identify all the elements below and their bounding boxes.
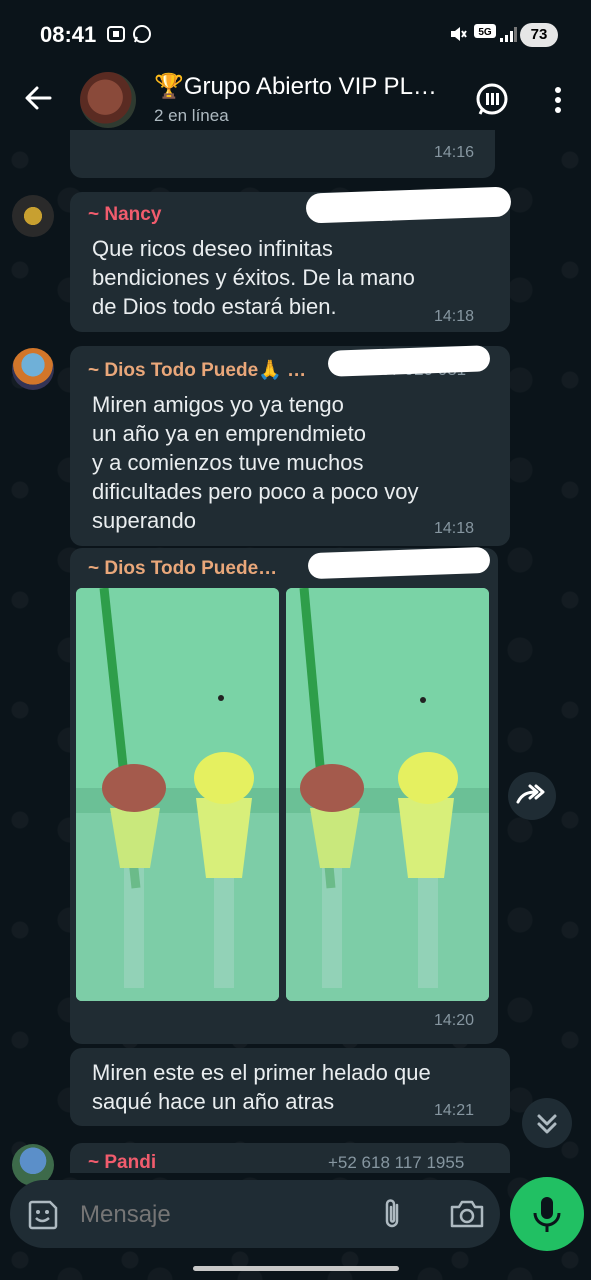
sender-name[interactable]: ~ Nancy <box>88 204 161 226</box>
message-time: 14:21 <box>434 1102 475 1119</box>
forward-button[interactable] <box>508 772 556 820</box>
group-title[interactable]: 🏆Grupo Abierto VIP PL… <box>154 72 437 101</box>
chat-header: 🏆Grupo Abierto VIP PL… 2 en línea <box>0 60 591 140</box>
attach-icon[interactable] <box>376 1196 408 1232</box>
forward-icon <box>516 784 545 804</box>
online-status: 2 en línea <box>154 106 229 125</box>
avatar-dios-todo-puede[interactable] <box>12 348 54 390</box>
message-time: 14:18 <box>434 520 475 537</box>
sender-name[interactable]: ~ Pandi <box>88 1152 156 1174</box>
avatar-nancy[interactable] <box>12 195 54 237</box>
call-icon[interactable] <box>474 82 510 118</box>
message-bubble[interactable]: 14:16 <box>70 130 495 178</box>
whatsapp-icon <box>133 25 151 43</box>
sticker-icon[interactable] <box>26 1198 60 1232</box>
home-indicator <box>193 1266 399 1271</box>
message-bubble[interactable]: ~ Nancy +58 414 Que ricos deseo infinita… <box>70 186 512 332</box>
svg-text:5G: 5G <box>478 27 492 38</box>
ice-cream-photo <box>286 588 489 1001</box>
message-bubble[interactable]: ~ Dios Todo Puede🙏 … +51 997 920 081 Mir… <box>70 345 510 546</box>
5g-icon: 5G <box>474 24 496 38</box>
redaction-mark <box>307 546 491 580</box>
screen-record-icon <box>107 26 125 42</box>
back-arrow-icon[interactable] <box>20 80 56 116</box>
signal-icon <box>500 27 517 42</box>
sender-phone: +52 618 117 1955 <box>328 1153 465 1172</box>
message-bubble[interactable]: ~ Pandi +52 618 117 1955 <box>70 1143 510 1173</box>
mic-icon <box>533 1197 561 1232</box>
scroll-down-button[interactable] <box>522 1098 572 1148</box>
camera-icon[interactable] <box>448 1196 486 1232</box>
message-text: Miren amigos yo ya tengo un año ya en em… <box>92 392 419 533</box>
media-message-bubble[interactable]: ~ Dios Todo Puede… +51 997 920 <box>70 546 498 1044</box>
message-time: 14:18 <box>434 308 475 325</box>
sender-name[interactable]: ~ Dios Todo Puede… <box>88 558 277 580</box>
mute-icon <box>451 27 467 41</box>
message-input[interactable] <box>80 1200 360 1230</box>
voice-record-button[interactable] <box>510 1177 584 1251</box>
message-text: Que ricos deseo infinitas bendiciones y … <box>92 236 415 319</box>
photo-thumbnail[interactable] <box>76 588 279 1001</box>
message-bubble[interactable]: Miren este es el primer helado que saqué… <box>70 1048 510 1126</box>
message-time: 14:16 <box>434 144 475 161</box>
more-icon[interactable] <box>540 82 576 118</box>
battery-badge: 73 <box>520 23 558 47</box>
message-time: 14:20 <box>434 1012 475 1029</box>
sender-name[interactable]: ~ Dios Todo Puede🙏 … <box>88 358 306 382</box>
redaction-mark <box>305 186 512 224</box>
message-text: Miren este es el primer helado que saqué… <box>92 1060 431 1114</box>
scroll-down-icon <box>537 1114 557 1134</box>
ice-cream-photo <box>76 588 279 1001</box>
status-time: 08:41 <box>40 22 97 47</box>
photo-thumbnail[interactable] <box>286 588 489 1001</box>
group-avatar[interactable] <box>80 72 136 128</box>
